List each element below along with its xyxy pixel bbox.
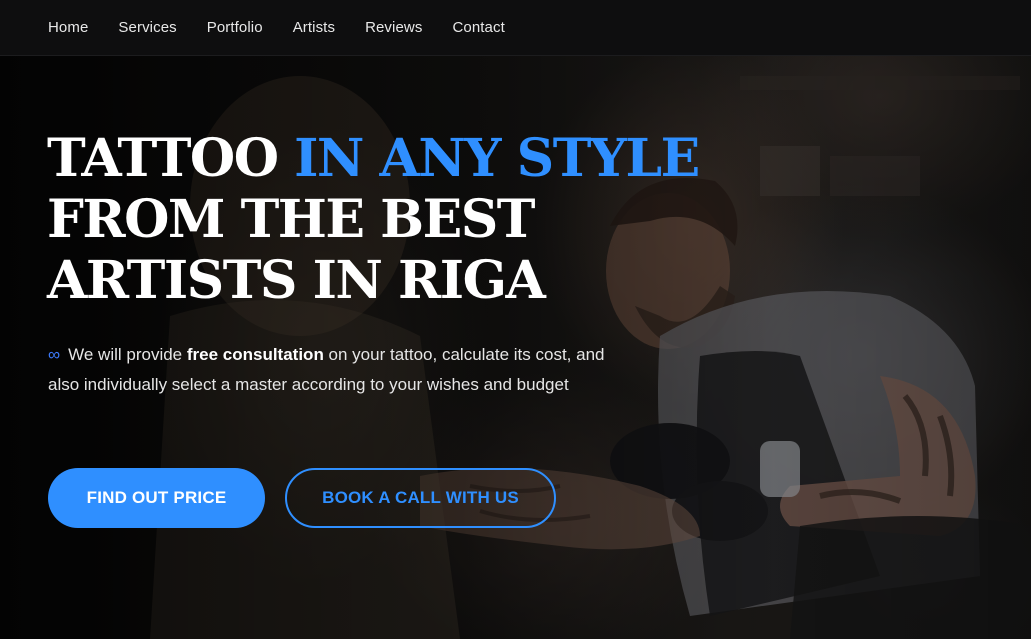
hero-description: ∞ We will provide free consultation on yo… xyxy=(48,340,608,399)
hero-headline: TATTOO IN ANY STYLE FROM THE BEST ARTIST… xyxy=(47,128,700,311)
description-prefix: We will provide xyxy=(68,345,187,364)
book-call-button[interactable]: BOOK A CALL WITH US xyxy=(285,468,556,528)
nav-link-home[interactable]: Home xyxy=(48,19,88,36)
nav-link-contact[interactable]: Contact xyxy=(452,19,504,36)
nav-link-reviews[interactable]: Reviews xyxy=(365,19,422,36)
find-out-price-button[interactable]: FIND OUT PRICE xyxy=(48,468,265,528)
headline-line-2: FROM THE BEST xyxy=(47,189,535,250)
main-navigation: Home Services Portfolio Artists Reviews … xyxy=(0,0,1031,56)
infinity-icon: ∞ xyxy=(48,345,61,364)
nav-link-services[interactable]: Services xyxy=(118,19,176,36)
nav-link-artists[interactable]: Artists xyxy=(293,19,335,36)
headline-part-1: TATTOO xyxy=(47,128,295,189)
headline-accent: IN ANY STYLE xyxy=(294,128,700,189)
headline-line-3: ARTISTS IN RIGA xyxy=(47,250,546,311)
headline-line-1: TATTOO IN ANY STYLE xyxy=(47,128,700,189)
nav-link-portfolio[interactable]: Portfolio xyxy=(207,19,263,36)
description-highlight: free consultation xyxy=(186,345,324,364)
